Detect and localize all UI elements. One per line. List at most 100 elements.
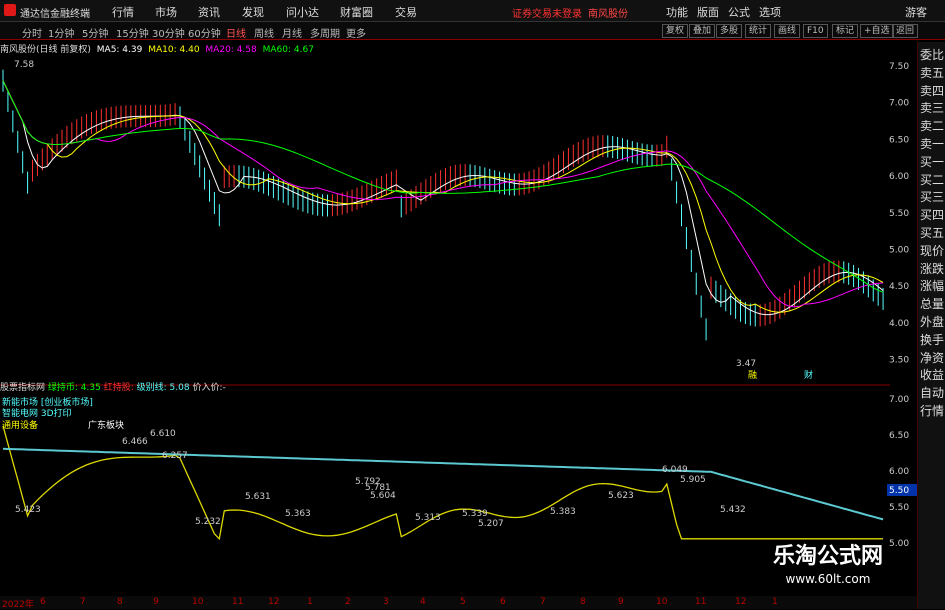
- hold-stock-value: 红持股:: [103, 383, 134, 393]
- period-multi[interactable]: 多周期: [310, 25, 340, 40]
- draw-button[interactable]: 画线: [774, 24, 801, 38]
- menu-wealth[interactable]: 财富圈: [340, 4, 373, 20]
- date-tick: 11: [695, 597, 707, 607]
- indicator-tick: 6.50: [889, 431, 909, 441]
- sidebar-item-10[interactable]: 买五: [920, 224, 945, 241]
- chart-title: 南风股份(日线 前复权): [0, 45, 91, 55]
- watermark-url: www.60lt.com: [785, 572, 871, 586]
- sidebar-item-19[interactable]: 自动: [920, 384, 945, 401]
- sidebar-item-1[interactable]: 卖五: [920, 64, 945, 81]
- period-intraday[interactable]: 分时: [22, 25, 42, 40]
- indicator-tick: 6.00: [889, 467, 909, 477]
- indicator-title: 股票指标网: [0, 383, 46, 393]
- period-weekly[interactable]: 周线: [254, 25, 274, 40]
- sidebar-item-20[interactable]: 行情: [920, 402, 945, 419]
- period-15min[interactable]: 15分钟: [116, 25, 149, 40]
- period-1min[interactable]: 1分钟: [48, 25, 74, 40]
- price-tick: 4.50: [889, 282, 909, 292]
- indicator-value-label: 5.207: [478, 519, 504, 529]
- period-daily[interactable]: 日线: [226, 25, 246, 40]
- date-tick: 6: [500, 597, 506, 607]
- period-5min[interactable]: 5分钟: [82, 25, 108, 40]
- sidebar-item-16[interactable]: 换手: [920, 331, 945, 348]
- date-tick: 8: [580, 597, 586, 607]
- sidebar-item-7[interactable]: 买二: [920, 171, 945, 188]
- stats-button[interactable]: 统计: [745, 24, 772, 38]
- sidebar-item-8[interactable]: 买三: [920, 188, 945, 205]
- login-warning[interactable]: 证券交易未登录: [512, 5, 582, 20]
- f10-button[interactable]: F10: [803, 24, 828, 38]
- date-tick: 12: [735, 597, 747, 607]
- date-tick: 1: [307, 597, 313, 607]
- sidebar-item-2[interactable]: 卖四: [920, 82, 945, 99]
- sidebar-item-13[interactable]: 涨幅: [920, 277, 945, 294]
- buy-price-value: 价入价:-: [192, 383, 226, 393]
- high-price-label: 7.58: [14, 60, 34, 70]
- current-value: 5.50: [889, 486, 909, 496]
- price-tick: 6.50: [889, 135, 909, 145]
- indicator-value-label: 6.257: [162, 451, 188, 461]
- indicator-tick: 7.00: [889, 395, 909, 405]
- indicator-value-label: 5.363: [285, 509, 311, 519]
- sidebar-item-4[interactable]: 卖二: [920, 117, 945, 134]
- sidebar-item-9[interactable]: 买四: [920, 206, 945, 223]
- price-tick: 7.50: [889, 62, 909, 72]
- overlay-button[interactable]: 叠加: [689, 24, 716, 38]
- back-button[interactable]: 返回: [892, 24, 919, 38]
- menu-ask[interactable]: 问小达: [286, 4, 319, 20]
- sidebar-item-15[interactable]: 外盘: [920, 313, 945, 330]
- menu-options[interactable]: 选项: [759, 4, 781, 20]
- price-tick: 6.00: [889, 172, 909, 182]
- ma60-value: MA60: 4.67: [262, 45, 314, 55]
- sidebar-item-12[interactable]: 涨跌: [920, 260, 945, 277]
- indicator-value-label: 5.631: [245, 492, 271, 502]
- price-tick: 4.00: [889, 319, 909, 329]
- menu-trade[interactable]: 交易: [395, 4, 417, 20]
- price-tick: 5.50: [889, 209, 909, 219]
- multi-stock-button[interactable]: 多股: [716, 24, 743, 38]
- indicator-value-label: 5.604: [370, 491, 396, 501]
- fq-button[interactable]: 复权: [662, 24, 689, 38]
- menu-guest[interactable]: 游客: [905, 4, 927, 20]
- indicator-value-label: 5.232: [195, 517, 221, 527]
- sidebar-item-17[interactable]: 净资: [920, 349, 945, 366]
- sector-note-4: 广东板块: [88, 421, 125, 431]
- ma5-value: MA5: 4.39: [96, 45, 143, 55]
- sidebar-item-6[interactable]: 买一: [920, 153, 945, 170]
- menu-formula[interactable]: 公式: [728, 4, 750, 20]
- indicator-value-label: 5.905: [680, 475, 706, 485]
- date-tick: 6: [40, 597, 46, 607]
- period-60min[interactable]: 60分钟: [188, 25, 221, 40]
- period-30min[interactable]: 30分钟: [152, 25, 185, 40]
- ma10-line: [2, 80, 884, 313]
- menu-layout[interactable]: 版面: [697, 4, 719, 20]
- price-tick: 7.00: [889, 99, 909, 109]
- sidebar-item-3[interactable]: 卖三: [920, 99, 945, 116]
- stock-title: 南风股份: [588, 9, 628, 20]
- mark-button[interactable]: 标记: [832, 24, 859, 38]
- menu-market[interactable]: 市场: [155, 4, 177, 20]
- menu-function[interactable]: 功能: [666, 4, 688, 20]
- date-tick: 5: [460, 597, 466, 607]
- sidebar-item-5[interactable]: 卖一: [920, 135, 945, 152]
- date-tick: 9: [153, 597, 159, 607]
- menu-discover[interactable]: 发现: [242, 4, 264, 20]
- period-more[interactable]: 更多: [346, 25, 366, 40]
- event-marker-1: 融: [748, 371, 758, 381]
- ma-info-line: 南风股份(日线 前复权) MA5: 4.39 MA10: 4.40 MA20: …: [0, 42, 317, 56]
- sidebar-item-18[interactable]: 收益: [920, 366, 945, 383]
- indicator-value-label: 5.432: [720, 505, 746, 515]
- menu-quotes[interactable]: 行情: [112, 4, 134, 20]
- add-watchlist-button[interactable]: +自选: [860, 24, 894, 38]
- watermark: 乐淘公式网 www.60lt.com: [738, 538, 918, 586]
- sidebar-item-14[interactable]: 总量: [920, 295, 945, 312]
- quote-sidebar: 委比 卖五 卖四 卖三 卖二 卖一 买一 买二 买三 买四 买五 现价 涨跌 涨幅 总量 外盘 换手 净资 收益 自动…: [917, 42, 945, 609]
- app-name: 通达信金融终端: [20, 9, 90, 20]
- title-bar: 通达信金融终端 行情 市场 资讯 发现 问小达 财富圈 交易 证券交易未登录 南…: [0, 0, 945, 22]
- kline-chart[interactable]: 7.583.47: [0, 56, 890, 386]
- period-monthly[interactable]: 月线: [282, 25, 302, 40]
- menu-news[interactable]: 资讯: [198, 4, 220, 20]
- sidebar-item-11[interactable]: 现价: [920, 242, 945, 259]
- date-tick: 7: [80, 597, 86, 607]
- sidebar-item-0[interactable]: 委比: [920, 46, 945, 63]
